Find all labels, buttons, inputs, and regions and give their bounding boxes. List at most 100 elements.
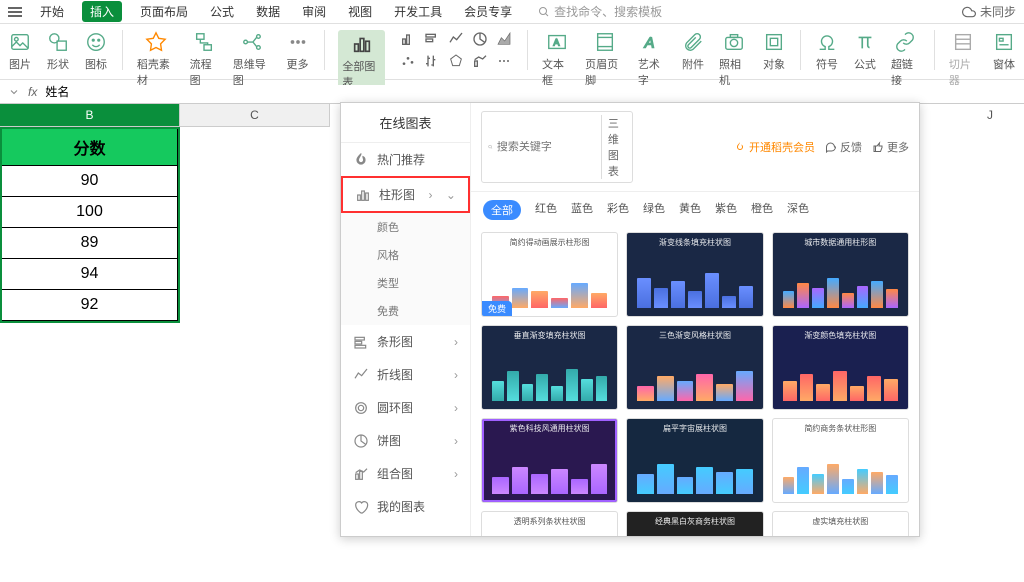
chart-thumb[interactable]: 扁平字宙展柱状图 <box>626 418 763 503</box>
tab-data[interactable]: 数据 <box>252 0 284 23</box>
mini-combo-icon[interactable] <box>471 52 489 70</box>
tab-formula[interactable]: 公式 <box>206 0 238 23</box>
chart-thumb[interactable]: 城市数据通用柱形图 <box>772 232 909 317</box>
chart-category-组合图[interactable]: 组合图› <box>341 457 470 490</box>
thumb-bars <box>783 258 898 308</box>
tab-review[interactable]: 审阅 <box>298 0 330 23</box>
chart-thumb[interactable]: 垂直渐变填充柱状图 <box>481 325 618 410</box>
chart-thumb[interactable]: 简约商务条状柱形图 <box>772 418 909 503</box>
feedback-link[interactable]: 反馈 <box>825 139 862 155</box>
chevron-right-icon: › <box>454 335 458 349</box>
ribbon-form[interactable]: 窗体 <box>992 30 1016 72</box>
command-search[interactable]: 查找命令、搜索模板 <box>538 3 662 20</box>
color-filter-黄色[interactable]: 黄色 <box>679 200 701 220</box>
color-filter-彩色[interactable]: 彩色 <box>607 200 629 220</box>
chart-search-input[interactable] <box>497 141 597 153</box>
sheet-selection[interactable]: 分数 90 100 89 94 92 <box>0 127 180 323</box>
tab-start[interactable]: 开始 <box>36 0 68 23</box>
mini-area-icon[interactable] <box>495 30 513 48</box>
ribbon-mindmap[interactable]: 思维导图 <box>233 30 272 88</box>
ribbon-textbox[interactable]: A 文本框 <box>542 30 571 88</box>
ribbon-equation[interactable]: 公式 <box>853 30 877 72</box>
col-header-b[interactable]: B <box>0 104 180 126</box>
fx-label[interactable]: fx <box>28 85 37 99</box>
color-filter-红色[interactable]: 红色 <box>535 200 557 220</box>
chart-thumb[interactable]: 紫色科技风通用柱状图 <box>481 418 618 503</box>
cell-header[interactable]: 分数 <box>2 129 178 165</box>
ribbon-symbol[interactable]: 符号 <box>815 30 839 72</box>
camera-icon <box>722 30 746 54</box>
ribbon-more[interactable]: 更多 <box>286 30 310 72</box>
chart-category-柱形图[interactable]: 柱形图›⌄ <box>341 176 470 213</box>
color-filter-深色[interactable]: 深色 <box>787 200 809 220</box>
color-filter-橙色[interactable]: 橙色 <box>751 200 773 220</box>
ribbon-docer[interactable]: 稻壳素材 <box>137 30 176 88</box>
separator <box>122 30 123 70</box>
3d-chart-button[interactable]: 三维图表 <box>601 115 626 179</box>
menu-icon[interactable] <box>8 7 22 17</box>
chart-category-条形图[interactable]: 条形图› <box>341 325 470 358</box>
color-filter-全部[interactable]: 全部 <box>483 200 521 220</box>
chart-category-免费[interactable]: 免费 <box>341 297 470 325</box>
ribbon-flowchart[interactable]: 流程图 <box>190 30 219 88</box>
chart-category-折线图[interactable]: 折线图› <box>341 358 470 391</box>
cell[interactable]: 92 <box>2 290 178 320</box>
ribbon-shape[interactable]: 形状 <box>46 30 70 72</box>
chart-thumb[interactable]: 虚实填充柱状图 <box>772 511 909 536</box>
ribbon-hyperlink[interactable]: 超链接 <box>891 30 920 88</box>
vip-link[interactable]: 开通稻壳会员 <box>734 139 815 155</box>
ribbon-icon[interactable]: 图标 <box>84 30 108 72</box>
chart-thumb[interactable]: 渐变线条填充柱状图 <box>626 232 763 317</box>
mini-bar-icon[interactable] <box>399 30 417 48</box>
chart-thumb[interactable]: 三色渐变风格柱状图 <box>626 325 763 410</box>
more-icon <box>286 30 310 54</box>
tab-insert[interactable]: 插入 <box>82 1 122 22</box>
mini-stock-icon[interactable] <box>423 52 441 70</box>
chart-category-风格[interactable]: 风格 <box>341 241 470 269</box>
chart-search[interactable]: 三维图表 <box>481 111 633 183</box>
sync-status[interactable]: 未同步 <box>962 3 1016 20</box>
mini-pie-icon[interactable] <box>471 30 489 48</box>
dropdown-icon[interactable] <box>8 86 20 98</box>
tab-layout[interactable]: 页面布局 <box>136 0 192 23</box>
mini-line-icon[interactable] <box>447 30 465 48</box>
pi-icon <box>853 30 877 54</box>
chart-thumb[interactable]: 渐变颜色填充柱状图 <box>772 325 909 410</box>
chart-category-颜色[interactable]: 颜色 <box>341 213 470 241</box>
tab-view[interactable]: 视图 <box>344 0 376 23</box>
color-filter-蓝色[interactable]: 蓝色 <box>571 200 593 220</box>
cell[interactable]: 90 <box>2 166 178 196</box>
tab-vip[interactable]: 会员专享 <box>460 0 516 23</box>
ribbon-camera[interactable]: 照相机 <box>719 30 748 88</box>
mini-radar-icon[interactable] <box>447 52 465 70</box>
col-header-c[interactable]: C <box>180 104 330 126</box>
ribbon-object[interactable]: 对象 <box>762 30 786 72</box>
cell[interactable]: 89 <box>2 228 178 258</box>
ribbon-slicer[interactable]: 切片器 <box>949 30 978 88</box>
chart-category-圆环图[interactable]: 圆环图› <box>341 391 470 424</box>
ribbon-image[interactable]: 图片 <box>8 30 32 72</box>
ribbon-all-charts[interactable]: 全部图表 <box>338 30 385 92</box>
tab-dev[interactable]: 开发工具 <box>390 0 446 23</box>
mini-scatter-icon[interactable] <box>399 52 417 70</box>
ribbon-attachment[interactable]: 附件 <box>681 30 705 72</box>
chart-category-热门推荐[interactable]: 热门推荐 <box>341 143 470 176</box>
chart-thumb[interactable]: 透明系列条状柱状图 <box>481 511 618 536</box>
more-link[interactable]: 更多 <box>872 139 909 155</box>
ribbon-wordart[interactable]: A 艺术字 <box>638 30 667 88</box>
chart-category-类型[interactable]: 类型 <box>341 269 470 297</box>
cell[interactable]: 100 <box>2 197 178 227</box>
chart-category-饼图[interactable]: 饼图› <box>341 424 470 457</box>
chart-thumb[interactable]: 简约得动画展示柱形图免费 <box>481 232 618 317</box>
col-header-j[interactable]: J <box>960 108 1020 122</box>
formula-input[interactable] <box>45 85 1016 99</box>
cell[interactable]: 94 <box>2 259 178 289</box>
chart-category-我的图表[interactable]: 我的图表 <box>341 490 470 523</box>
mini-more-icon[interactable] <box>495 52 513 70</box>
ribbon-headerfooter[interactable]: 页眉页脚 <box>585 30 624 88</box>
chart-thumb[interactable]: 经典黑白灰商务柱状图 <box>626 511 763 536</box>
color-filter-紫色[interactable]: 紫色 <box>715 200 737 220</box>
mini-hbar-icon[interactable] <box>423 30 441 48</box>
color-filter-绿色[interactable]: 绿色 <box>643 200 665 220</box>
chevron-right-icon: › <box>454 368 458 382</box>
